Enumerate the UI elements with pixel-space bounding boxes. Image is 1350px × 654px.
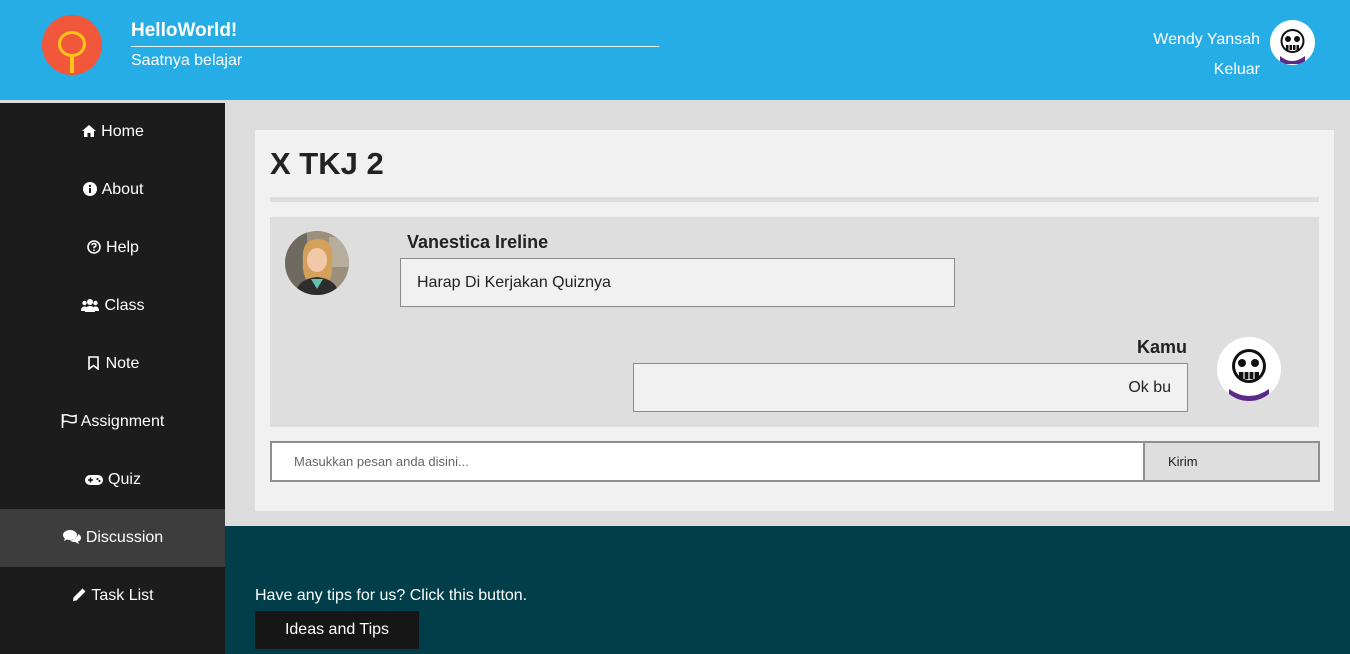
sidebar-item-label: Home xyxy=(101,123,144,140)
sidebar-item-note[interactable]: Note xyxy=(0,335,225,393)
message-form: Kirim xyxy=(270,441,1320,482)
sidebar-item-label: About xyxy=(101,181,144,198)
sidebar-item-label: Quiz xyxy=(108,471,141,488)
discussion-card: X TKJ 2 Vanestica Ireline Harap Di Kerja… xyxy=(255,130,1334,511)
info-icon xyxy=(82,181,98,199)
sidebar-item-label: Assignment xyxy=(80,413,165,430)
user-name: Wendy Yansah xyxy=(1153,31,1260,48)
chat-box: Vanestica Ireline Harap Di Kerjakan Quiz… xyxy=(270,217,1319,427)
skull-avatar-icon xyxy=(1217,337,1281,401)
ideas-tips-button[interactable]: Ideas and Tips xyxy=(255,611,419,649)
sidebar-item-home[interactable]: Home xyxy=(0,103,225,161)
gamepad-icon xyxy=(84,472,104,488)
pencil-icon xyxy=(71,588,87,605)
sidebar-item-class[interactable]: Class xyxy=(0,277,225,335)
sidebar-item-assignment[interactable]: Assignment xyxy=(0,393,225,451)
flag-icon xyxy=(61,413,77,431)
sidebar-item-label: Discussion xyxy=(85,529,164,546)
sidebar-item-help[interactable]: Help xyxy=(0,219,225,277)
comments-icon xyxy=(62,529,82,547)
message-bubble: Harap Di Kerjakan Quiznya xyxy=(400,258,955,307)
skull-avatar-icon xyxy=(1270,20,1315,65)
footer: Have any tips for us? Click this button.… xyxy=(225,526,1350,654)
message-input[interactable] xyxy=(270,441,1145,482)
user-avatar[interactable] xyxy=(1270,20,1315,65)
message-bubble-self: Ok bu xyxy=(633,363,1188,412)
teacher-photo-icon xyxy=(285,231,349,295)
brand-subtitle: Saatnya belajar xyxy=(131,52,243,69)
sidebar-item-about[interactable]: About xyxy=(0,161,225,219)
logo-ring xyxy=(58,31,86,57)
sidebar: Home About Help Class Note Assignment Qu… xyxy=(0,103,225,654)
users-icon xyxy=(80,298,100,315)
sidebar-item-label: Note xyxy=(105,355,140,372)
self-avatar xyxy=(1217,337,1281,401)
sender-avatar xyxy=(285,231,349,295)
title-divider xyxy=(270,197,1319,202)
tips-text: Have any tips for us? Click this button. xyxy=(255,587,528,604)
bookmark-icon xyxy=(86,355,102,373)
page-title: X TKJ 2 xyxy=(270,146,384,181)
question-icon xyxy=(86,239,102,257)
top-header: HelloWorld! Saatnya belajar Wendy Yansah… xyxy=(0,0,1350,100)
sidebar-item-quiz[interactable]: Quiz xyxy=(0,451,225,509)
logo-stick xyxy=(70,57,74,73)
sidebar-item-discussion[interactable]: Discussion xyxy=(0,509,225,567)
sender-name-self: Kamu xyxy=(1136,337,1187,357)
brand-title: HelloWorld! xyxy=(131,20,238,41)
sidebar-item-label: Class xyxy=(104,297,145,314)
sender-name: Vanestica Ireline xyxy=(407,232,549,252)
logo-icon[interactable] xyxy=(42,15,102,75)
home-icon xyxy=(81,124,97,140)
sidebar-item-label: Help xyxy=(106,239,139,256)
brand-divider xyxy=(131,46,659,47)
send-button[interactable]: Kirim xyxy=(1143,441,1320,482)
sidebar-item-label: Task List xyxy=(91,587,154,604)
logout-link[interactable]: Keluar xyxy=(1214,61,1260,79)
sidebar-item-task-list[interactable]: Task List xyxy=(0,567,225,625)
